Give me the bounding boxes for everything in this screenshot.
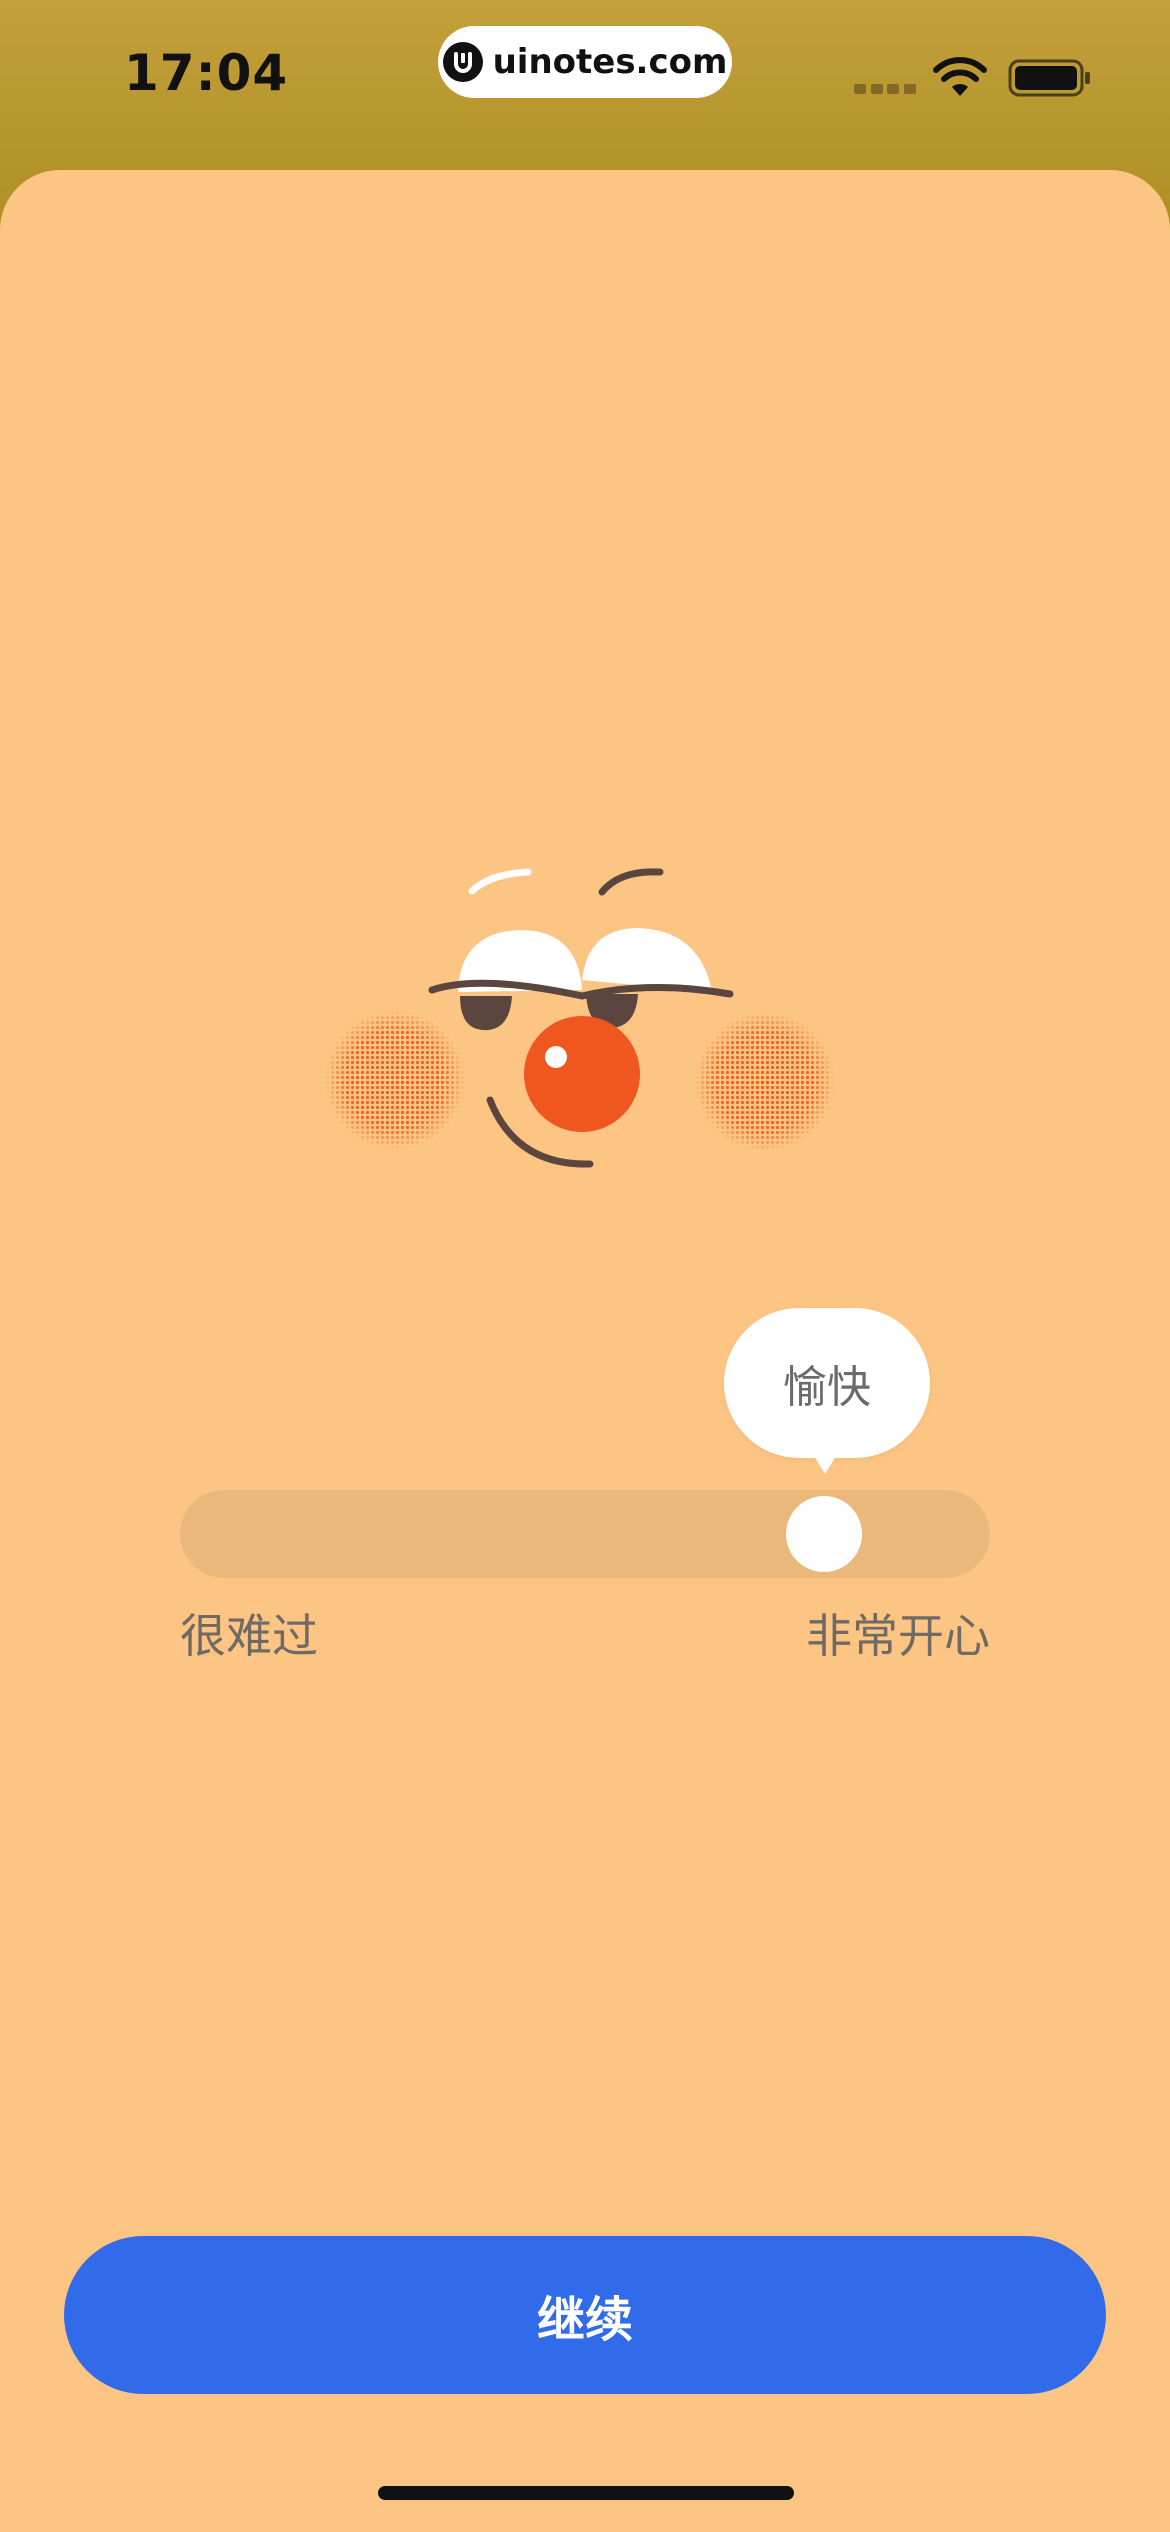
status-time: 17:04 <box>124 44 289 102</box>
continue-button[interactable]: 继续 <box>64 2236 1106 2394</box>
status-bar: 17:04 uinotes.com <box>0 0 1170 160</box>
mood-value-tooltip: 愉快 <box>724 1308 930 1458</box>
mood-face-illustration <box>320 868 850 1170</box>
battery-icon <box>1008 59 1090 97</box>
slider-max-label: 非常开心 <box>806 1609 990 1663</box>
mood-slider-thumb[interactable] <box>786 1496 862 1572</box>
mood-sheet <box>0 170 1170 2532</box>
wifi-icon <box>933 57 987 96</box>
slider-min-label: 很难过 <box>180 1609 318 1663</box>
tooltip-pointer <box>808 1446 842 1474</box>
url-pill[interactable]: uinotes.com <box>438 26 732 98</box>
cellular-signal-icon <box>854 84 916 96</box>
mood-value-label: 愉快 <box>783 1362 871 1413</box>
uinotes-logo-icon <box>442 42 483 82</box>
home-indicator[interactable] <box>378 2486 794 2500</box>
mood-slider-track[interactable] <box>180 1490 990 1578</box>
url-text: uinotes.com <box>492 42 728 82</box>
continue-button-label: 继续 <box>536 2292 633 2348</box>
